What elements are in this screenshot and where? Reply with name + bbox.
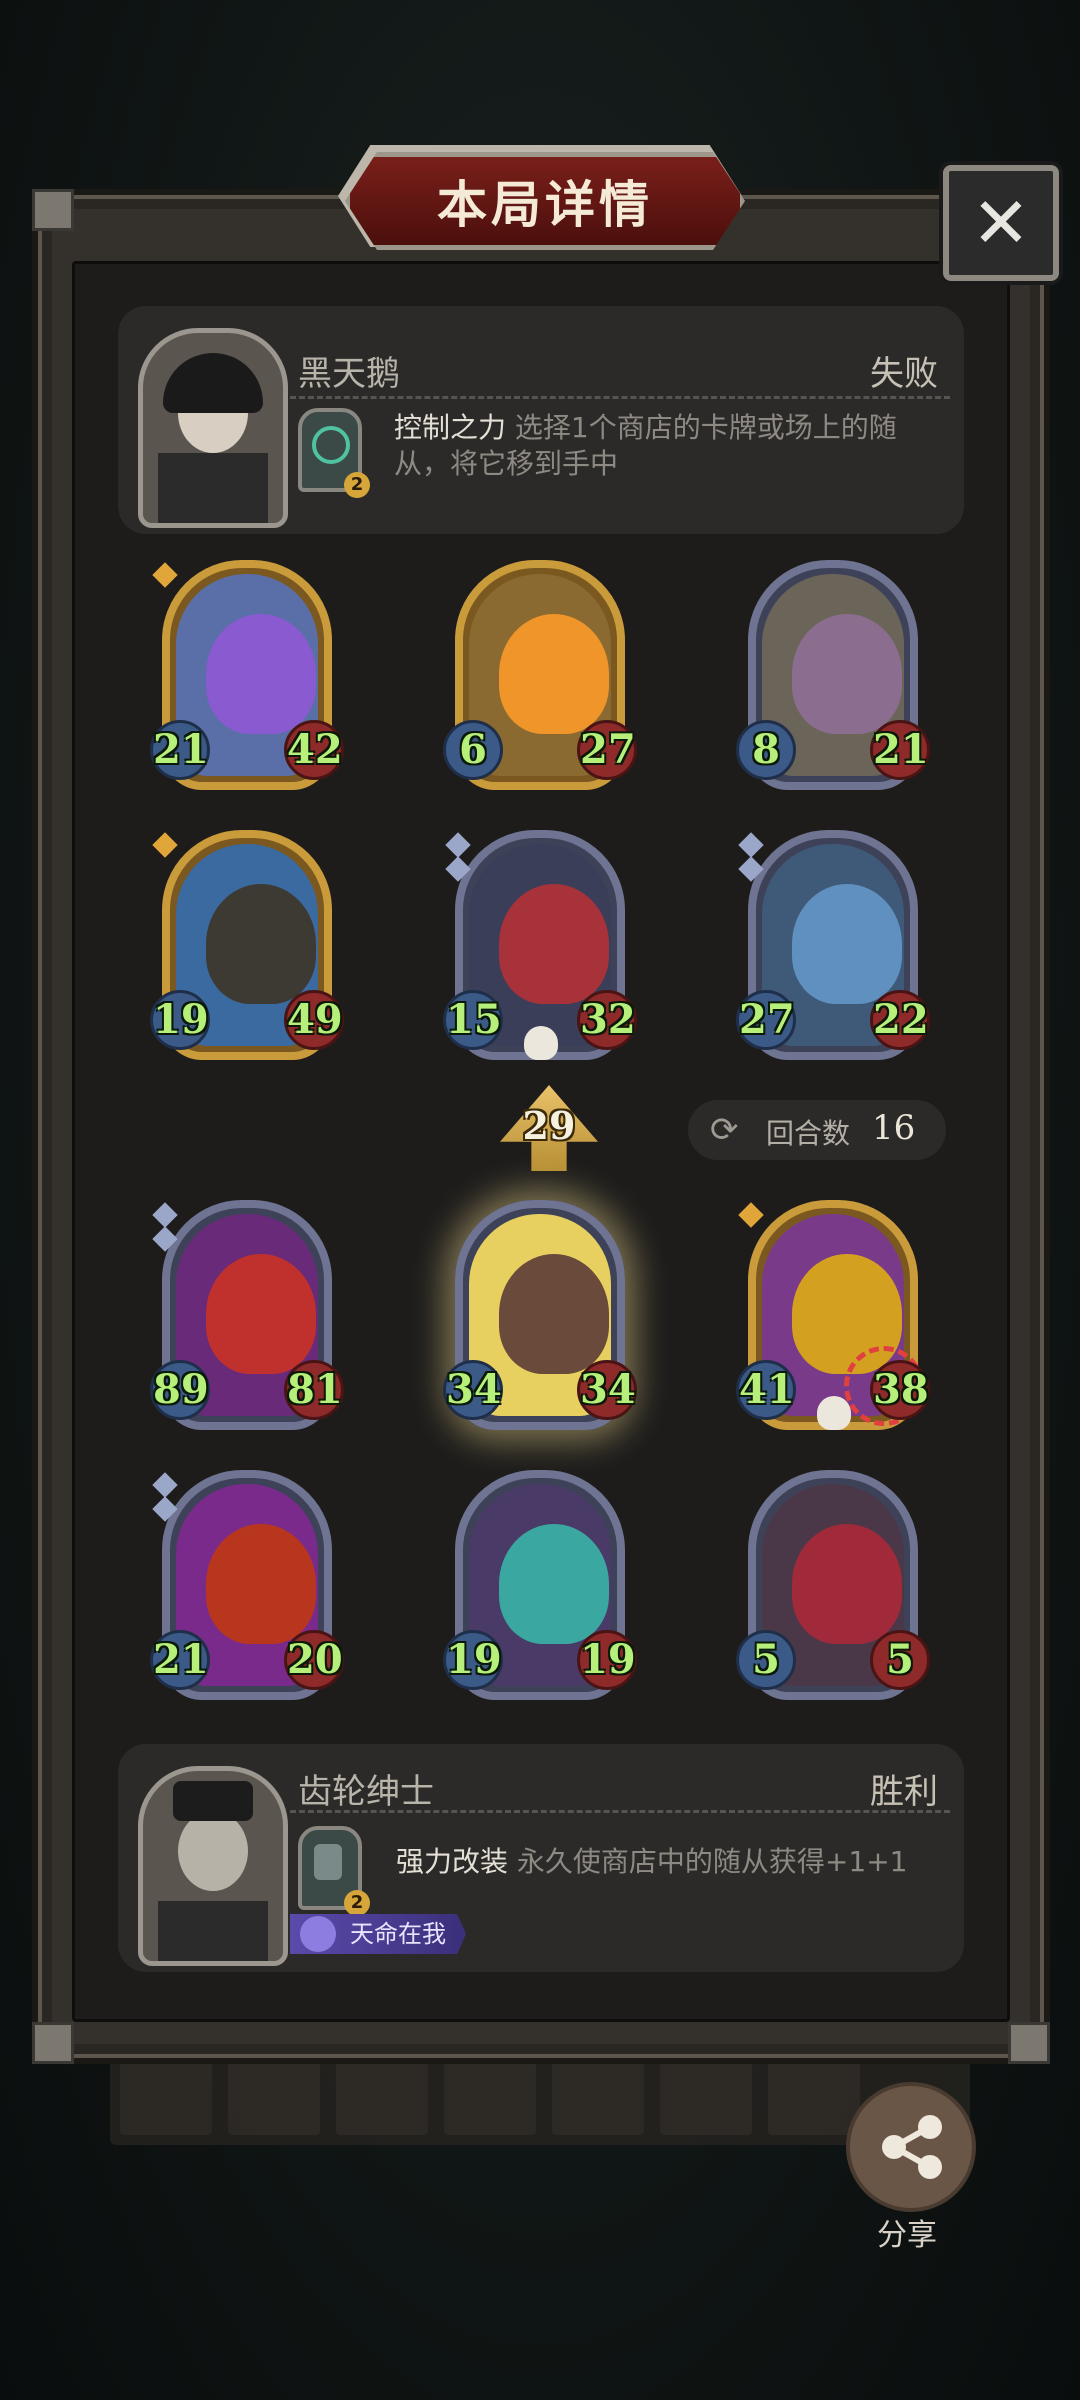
- skull-icon: [524, 1026, 558, 1060]
- minion-card[interactable]: 27 22: [736, 830, 930, 1060]
- minion-card[interactable]: 21 20: [150, 1470, 344, 1700]
- opponent-avatar: [138, 328, 288, 528]
- minion-health: 19: [577, 1630, 637, 1690]
- minion-attack: 41: [736, 1360, 796, 1420]
- minion-card[interactable]: 21 42: [150, 560, 344, 790]
- minion-card[interactable]: 89 81: [150, 1200, 344, 1430]
- panel-corner: [32, 189, 74, 231]
- share-icon: [882, 2115, 942, 2179]
- opponent-info-box: 黑天鹅 失败 2 控制之力 选择1个商店的卡牌或场上的随 从，将它移到手中: [118, 306, 964, 534]
- minion-health: 49: [284, 990, 344, 1050]
- minion-card[interactable]: 8 21: [736, 560, 930, 790]
- close-icon: ✕: [971, 182, 1031, 264]
- hero-power-cost: 2: [344, 1890, 370, 1916]
- divider: [290, 396, 950, 399]
- hero-power-cost: 2: [344, 472, 370, 498]
- minion-attack: 34: [443, 1360, 503, 1420]
- minion-card[interactable]: 19 19: [443, 1470, 637, 1700]
- opponent-result: 失败: [870, 354, 938, 394]
- refresh-icon: ⟳: [710, 1110, 739, 1150]
- minion-attack: 21: [150, 720, 210, 780]
- hero-power-description: 控制之力 选择1个商店的卡牌或场上的随 从，将它移到手中: [394, 410, 934, 482]
- rounds-counter: ⟳ 回合数 16: [688, 1100, 946, 1160]
- minion-card-highlighted[interactable]: 34 34: [443, 1200, 637, 1430]
- hero-power-name: 控制之力: [394, 411, 507, 444]
- trait-badge[interactable]: 天命在我: [290, 1914, 466, 1954]
- share-label[interactable]: 分享: [846, 2210, 968, 2254]
- minion-attack: 15: [443, 990, 503, 1050]
- hero-power-icon[interactable]: 2: [298, 408, 370, 498]
- share-button[interactable]: [846, 2082, 976, 2212]
- hero-power-icon[interactable]: 2: [298, 1826, 370, 1916]
- minion-health: 20: [284, 1630, 344, 1690]
- player-avatar: [138, 1766, 288, 1966]
- panel-corner: [1008, 2022, 1050, 2064]
- minion-attack: 5: [736, 1630, 796, 1690]
- close-button[interactable]: ✕: [943, 165, 1059, 281]
- minion-attack: 27: [736, 990, 796, 1050]
- player-result: 胜利: [870, 1772, 938, 1812]
- minion-health: 38: [870, 1360, 930, 1420]
- minion-card[interactable]: 6 27: [443, 560, 637, 790]
- minion-health: 27: [577, 720, 637, 780]
- minion-health: 22: [870, 990, 930, 1050]
- divider: [290, 1810, 950, 1813]
- minion-card[interactable]: 41 38: [736, 1200, 930, 1430]
- background-hand-strip: [110, 2045, 970, 2145]
- minion-health: 42: [284, 720, 344, 780]
- page-title: 本局详情: [437, 176, 653, 234]
- hero-power-description: 强力改装 永久使商店中的随从获得+1+1: [396, 1844, 936, 1880]
- trait-icon: [300, 1916, 336, 1952]
- opponent-name: 黑天鹅: [298, 354, 400, 394]
- minion-card[interactable]: 19 49: [150, 830, 344, 1060]
- hero-power-desc: 永久使商店中的随从获得+1+1: [508, 1845, 908, 1878]
- minion-health: 32: [577, 990, 637, 1050]
- minion-health: 5: [870, 1630, 930, 1690]
- rounds-value: 16: [872, 1108, 916, 1148]
- hero-power-desc-line1: 选择1个商店的卡牌或场上的随: [506, 411, 897, 444]
- minion-card[interactable]: 15 32: [443, 830, 637, 1060]
- minion-attack: 6: [443, 720, 503, 780]
- minion-health: 21: [870, 720, 930, 780]
- minion-health: 34: [577, 1360, 637, 1420]
- panel-corner: [32, 2022, 74, 2064]
- minion-attack: 19: [443, 1630, 503, 1690]
- trait-badge-label: 天命在我: [350, 1920, 446, 1948]
- title-plate: 本局详情: [345, 152, 745, 250]
- minion-attack: 8: [736, 720, 796, 780]
- hero-power-desc-line2: 从，将它移到手中: [394, 447, 619, 480]
- minion-health: 81: [284, 1360, 344, 1420]
- minion-attack: 21: [150, 1630, 210, 1690]
- minion-attack: 89: [150, 1360, 210, 1420]
- tavern-level: 29: [522, 1103, 576, 1148]
- minion-card[interactable]: 5 5: [736, 1470, 930, 1700]
- minion-attack: 19: [150, 990, 210, 1050]
- player-name: 齿轮绅士: [298, 1772, 434, 1812]
- skull-icon: [817, 1396, 851, 1430]
- rounds-label: 回合数: [766, 1117, 851, 1150]
- hero-power-name: 强力改装: [396, 1845, 509, 1878]
- player-info-box: 齿轮绅士 胜利 2 强力改装 永久使商店中的随从获得+1+1 天命在我: [118, 1744, 964, 1972]
